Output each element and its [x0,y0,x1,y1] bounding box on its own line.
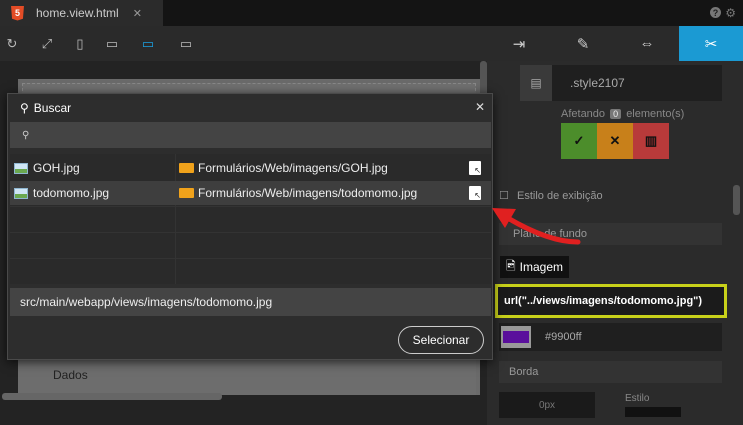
x-icon: ✕ [609,133,621,148]
refresh-icon[interactable]: ↻ [2,34,22,54]
search-small-icon: ⚲ [22,129,30,141]
empty-row [10,232,491,257]
affecting-text: Afetando 0 elemento(s) [561,108,684,120]
affecting-suffix: elemento(s) [626,108,685,120]
background-url-field[interactable]: url("../views/imagens/todomomo.jpg") [495,284,727,318]
tab-home-view[interactable]: 5 home.view.html ✕ [0,0,163,26]
style-selector[interactable]: ▤ .style2107 [520,65,722,101]
result-row[interactable]: GOH.jpg Formulários/Web/imagens/GOH.jpg … [10,156,491,180]
folder-icon [179,163,194,173]
fullscreen-icon[interactable]: ⤢ [37,34,57,54]
image-option[interactable]: 🖻 Imagem [500,256,570,278]
result-row-selected[interactable]: todomomo.jpg Formulários/Web/imagens/tod… [10,181,491,205]
tab-close-icon[interactable]: ✕ [133,7,142,20]
style-name: .style2107 [570,76,625,90]
tab-title: home.view.html [36,6,119,20]
border-style-label: Estilo [625,393,650,404]
view-toolbar: ↻ ⤢ ▯ ▭ ▭ ▭ [0,26,487,61]
dialog-header: ⚲ Buscar ✕ [8,94,492,121]
dialog-search-bar: ⚲ [10,122,491,148]
resize-icon[interactable]: ⇔ [615,26,679,61]
trash-icon: ▥ [644,133,658,148]
tablet-icon[interactable]: ▭ [102,34,122,54]
desktop-icon[interactable]: ▭ [138,34,158,54]
open-file-icon[interactable]: ↖ [469,161,481,175]
right-panel-tabs: ⇥ ✎ ⇔ ✂ [487,26,743,61]
cancel-button[interactable]: ✕ [597,123,633,159]
red-arrow-annotation [492,208,581,245]
border-width-input[interactable]: 0px [499,392,595,418]
image-file-icon [14,187,28,199]
canvas-horizontal-scrollbar[interactable] [2,393,222,400]
result-name: todomomo.jpg [33,186,110,200]
select-button[interactable]: Selecionar [398,326,484,354]
color-value: #9900ff [545,331,582,343]
confirm-button[interactable]: ✓ [561,123,597,159]
image-icon: 🖻 [506,258,516,273]
color-swatch[interactable] [501,326,531,348]
folder-icon [179,188,194,198]
image-label: Imagem [519,260,564,274]
dialog-title: Buscar [33,100,72,115]
phone-icon[interactable]: ▯ [70,34,90,54]
result-path: Formulários/Web/imagens/todomomo.jpg [198,186,418,200]
color-swatch-fill [503,331,529,343]
border-section-header[interactable]: Borda [499,361,722,383]
brush-icon[interactable]: ✂ [679,26,743,61]
affecting-prefix: Afetando [561,108,606,120]
login-icon[interactable]: ⇥ [487,26,551,61]
border-style-select[interactable] [625,407,681,417]
empty-row [10,206,491,231]
background-color-field[interactable]: #9900ff [499,323,722,351]
panel-scrollbar[interactable] [733,185,740,215]
result-path: Formulários/Web/imagens/GOH.jpg [198,161,388,175]
file-icon: ▤ [520,65,552,101]
image-file-icon [14,162,28,174]
search-input[interactable] [37,125,478,145]
selected-path: src/main/webapp/views/imagens/todomomo.j… [10,288,491,316]
results-list: GOH.jpg Formulários/Web/imagens/GOH.jpg … [10,154,491,284]
check-icon: ✓ [573,133,585,148]
search-dialog: ⚲ Buscar ✕ ⚲ GOH.jpg Formulários/Web/ima… [7,93,493,360]
search-icon: ⚲ [20,100,29,115]
dados-row[interactable]: Dados [18,355,476,395]
result-name: GOH.jpg [33,161,80,175]
pencil-icon[interactable]: ✎ [551,26,615,61]
open-file-icon[interactable]: ↖ [469,186,481,200]
gear-icon[interactable]: ⚙ [725,6,736,20]
background-url-value: url("../views/imagens/todomomo.jpg") [504,295,703,307]
affecting-count-badge: 0 [610,109,622,119]
monitor-icon[interactable]: ▭ [176,34,196,54]
tab-bar: 5 home.view.html ✕ ? ⚙ [0,0,743,26]
empty-row [10,258,491,283]
border-label: Borda [509,366,539,378]
help-icon[interactable]: ? [710,7,721,18]
html5-icon: 5 [11,5,24,21]
close-icon[interactable]: ✕ [475,100,485,114]
delete-button[interactable]: ▥ [633,123,669,159]
dados-label: Dados [53,368,88,382]
